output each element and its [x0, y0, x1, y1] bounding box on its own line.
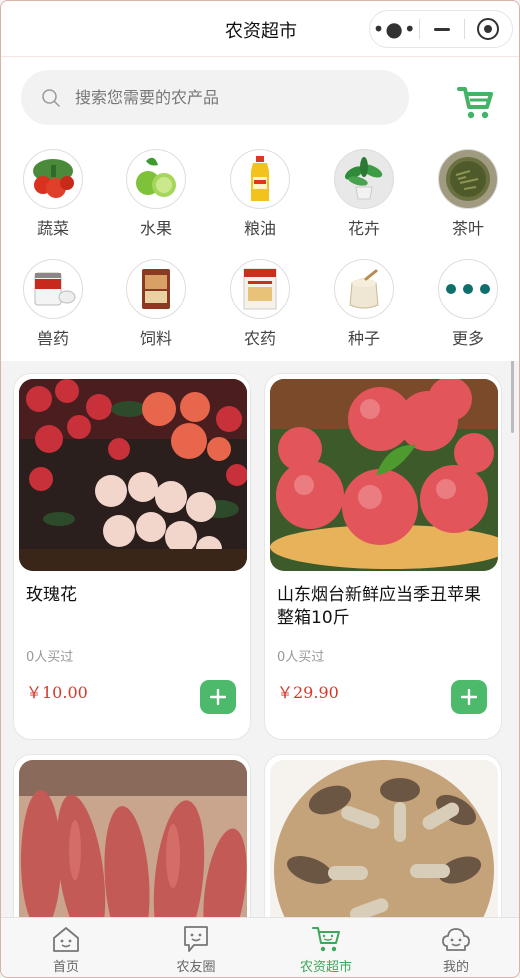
plus-icon	[461, 689, 477, 705]
tab-label: 我的	[442, 960, 469, 975]
category-label: 花卉	[347, 219, 380, 238]
cart-icon[interactable]	[456, 85, 494, 121]
category-label: 茶叶	[451, 219, 484, 238]
flower-plant-icon	[334, 149, 394, 209]
product-feed[interactable]: 玫瑰花 0人买过 ￥10.00 山东烟台新鲜应当季丑苹果整箱10斤 0人买过 ￥…	[1, 361, 519, 917]
cart-icon	[312, 927, 340, 952]
category-label: 农药	[243, 329, 276, 348]
feed-bag-icon	[126, 259, 186, 319]
category-vet-medicine[interactable]: 兽药	[13, 259, 93, 349]
category-label: 更多	[451, 329, 484, 348]
search-icon	[42, 88, 60, 107]
add-to-cart-button[interactable]	[451, 680, 487, 714]
tab-profile[interactable]: 我的	[391, 918, 519, 977]
roses-photo	[19, 379, 247, 571]
home-icon	[53, 927, 79, 952]
tea-leaves-icon	[438, 149, 498, 209]
grain-oil-icon	[230, 149, 290, 209]
nav-header: 农资超市 •●•	[1, 1, 519, 57]
miniprogram-capsule: •●•	[369, 10, 513, 48]
minimize-icon[interactable]	[420, 27, 463, 31]
category-label: 种子	[347, 329, 380, 348]
chat-bubble-icon	[184, 926, 208, 952]
vegetables-icon	[23, 149, 83, 209]
search-bar[interactable]	[21, 70, 409, 125]
product-card[interactable]	[13, 754, 251, 917]
matsutake-mushrooms-photo	[270, 760, 498, 917]
product-price: ￥29.90	[277, 683, 339, 702]
profile-icon	[442, 928, 470, 951]
pesticide-icon	[230, 259, 290, 319]
tab-label: 农资超市	[299, 960, 352, 975]
category-tea[interactable]: 茶叶	[428, 149, 508, 239]
fruit-icon	[126, 149, 186, 209]
category-flowers[interactable]: 花卉	[324, 149, 404, 239]
sold-count: 0人买过	[277, 650, 325, 665]
category-label: 蔬菜	[36, 219, 69, 238]
category-more[interactable]: 更多	[428, 259, 508, 349]
add-to-cart-button[interactable]	[200, 680, 236, 714]
category-label: 粮油	[243, 219, 276, 238]
tab-label: 首页	[52, 960, 79, 975]
sold-count: 0人买过	[26, 650, 74, 665]
more-menu-icon[interactable]: •●•	[370, 17, 419, 41]
product-price: ￥10.00	[26, 683, 88, 702]
vet-medicine-icon	[23, 259, 83, 319]
product-card[interactable]	[264, 754, 502, 917]
category-seeds[interactable]: 种子	[324, 259, 404, 349]
plus-icon	[210, 689, 226, 705]
tab-home[interactable]: 首页	[1, 918, 131, 977]
tab-community[interactable]: 农友圈	[131, 918, 261, 977]
top-panel: 蔬菜 水果	[1, 57, 519, 361]
product-name[interactable]: 山东烟台新鲜应当季丑苹果整箱10斤	[277, 584, 491, 630]
seed-sack-icon	[334, 259, 394, 319]
product-card[interactable]: 山东烟台新鲜应当季丑苹果整箱10斤 0人买过 ￥29.90	[264, 373, 502, 740]
product-card[interactable]: 玫瑰花 0人买过 ￥10.00	[13, 373, 251, 740]
category-label: 兽药	[36, 329, 69, 348]
category-label: 饲料	[139, 329, 172, 348]
category-pesticide[interactable]: 农药	[220, 259, 300, 349]
category-feed[interactable]: 饲料	[116, 259, 196, 349]
search-input[interactable]	[75, 88, 375, 107]
tab-supermarket[interactable]: 农资超市	[261, 918, 391, 977]
category-label: 水果	[139, 219, 172, 238]
apples-photo	[270, 379, 498, 571]
category-vegetables[interactable]: 蔬菜	[13, 149, 93, 239]
category-fruit[interactable]: 水果	[116, 149, 196, 239]
app-frame: 农资超市 •●• 搜索您需要的农产品 蔬菜 水果 粮油 花卉 茶叶 兽药 饲料 …	[0, 0, 520, 978]
close-icon[interactable]	[465, 18, 512, 40]
tab-label: 农友圈	[176, 960, 216, 975]
sweet-potatoes-photo	[19, 760, 247, 917]
product-name[interactable]: 玫瑰花	[26, 584, 240, 607]
more-dots-icon	[438, 259, 498, 319]
category-grain-oil[interactable]: 粮油	[220, 149, 300, 239]
bottom-tab-bar: 首页 农友圈 农资超市 我的	[1, 917, 519, 977]
